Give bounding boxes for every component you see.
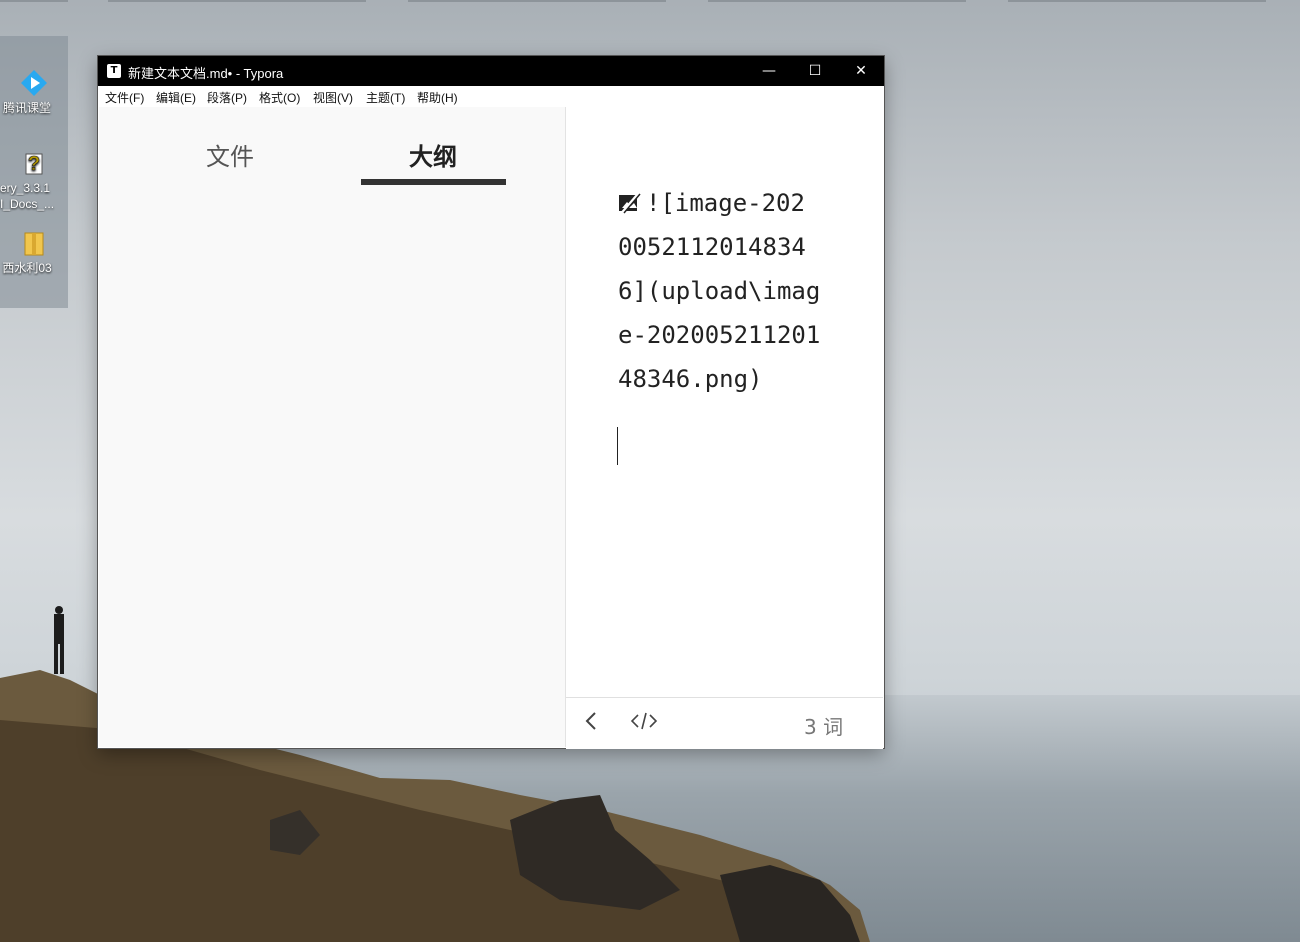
tencent-classroom-icon bbox=[21, 70, 47, 96]
desktop-icon-jquery-docs[interactable]: ? ery_3.3.1 I_Docs_... bbox=[0, 148, 68, 212]
editor-line: 6](upload\imag bbox=[618, 277, 821, 305]
tab-files[interactable]: 文件 bbox=[206, 137, 254, 172]
editor-pane[interactable]: ![image-202 0052112014834 6](upload\imag… bbox=[566, 107, 883, 697]
close-button[interactable]: ✕ bbox=[838, 56, 884, 86]
desktop-icon-label: 西水利03 bbox=[2, 261, 52, 275]
editor-line: 48346.png) bbox=[618, 365, 763, 393]
editor-line-text: ![image-202 bbox=[646, 189, 805, 217]
desktop-icon-tencent-classroom[interactable]: 腾讯课堂 bbox=[0, 68, 68, 116]
top-strip bbox=[0, 0, 1300, 2]
menu-paragraph[interactable]: 段落(P) bbox=[207, 89, 247, 106]
editor-line: ![image-202 bbox=[618, 189, 805, 217]
title-bar[interactable]: T 新建文本文档.md• - Typora — ☐ ✕ bbox=[98, 56, 884, 86]
menu-bar: 文件(F) 编辑(E) 段落(P) 格式(O) 视图(V) 主题(T) 帮助(H… bbox=[98, 86, 884, 107]
chevron-left-icon bbox=[585, 712, 596, 730]
word-count[interactable]: 3 词 bbox=[804, 711, 843, 740]
source-code-mode-button[interactable] bbox=[630, 710, 658, 737]
code-icon bbox=[630, 712, 658, 730]
maximize-button[interactable]: ☐ bbox=[792, 56, 838, 86]
sidebar: 文件 大纲 bbox=[99, 107, 566, 747]
editor-line: 0052112014834 bbox=[618, 233, 806, 261]
svg-text:?: ? bbox=[28, 153, 40, 175]
editor-line: e-202005211201 bbox=[618, 321, 821, 349]
toggle-sidebar-button[interactable] bbox=[584, 710, 598, 737]
typora-app-icon: T bbox=[107, 64, 121, 78]
active-tab-indicator bbox=[361, 179, 506, 185]
desktop-icon-label-line2: I_Docs_... bbox=[0, 197, 55, 211]
menu-theme[interactable]: 主题(T) bbox=[366, 89, 405, 106]
minimize-button[interactable]: — bbox=[746, 56, 792, 86]
menu-edit[interactable]: 编辑(E) bbox=[156, 89, 196, 106]
menu-help[interactable]: 帮助(H) bbox=[417, 89, 458, 106]
window-title: 新建文本文档.md• - Typora bbox=[128, 66, 284, 81]
typora-window: T 新建文本文档.md• - Typora — ☐ ✕ 文件(F) 编辑(E) … bbox=[98, 56, 884, 749]
tab-outline[interactable]: 大纲 bbox=[409, 137, 457, 172]
desktop-icon-label-line1: ery_3.3.1 bbox=[0, 181, 51, 195]
status-footer: 3 词 bbox=[566, 697, 883, 749]
desktop-icon-label: 腾讯课堂 bbox=[2, 101, 51, 115]
zip-folder-icon bbox=[24, 232, 44, 256]
menu-format[interactable]: 格式(O) bbox=[259, 89, 300, 106]
menu-file[interactable]: 文件(F) bbox=[105, 89, 144, 106]
menu-view[interactable]: 视图(V) bbox=[313, 89, 353, 106]
help-document-icon: ? bbox=[25, 153, 43, 175]
person-silhouette bbox=[54, 606, 64, 674]
broken-image-icon bbox=[619, 192, 641, 214]
desktop-icon-zip-folder[interactable]: 西水利03 bbox=[0, 228, 68, 276]
text-caret bbox=[617, 427, 618, 465]
